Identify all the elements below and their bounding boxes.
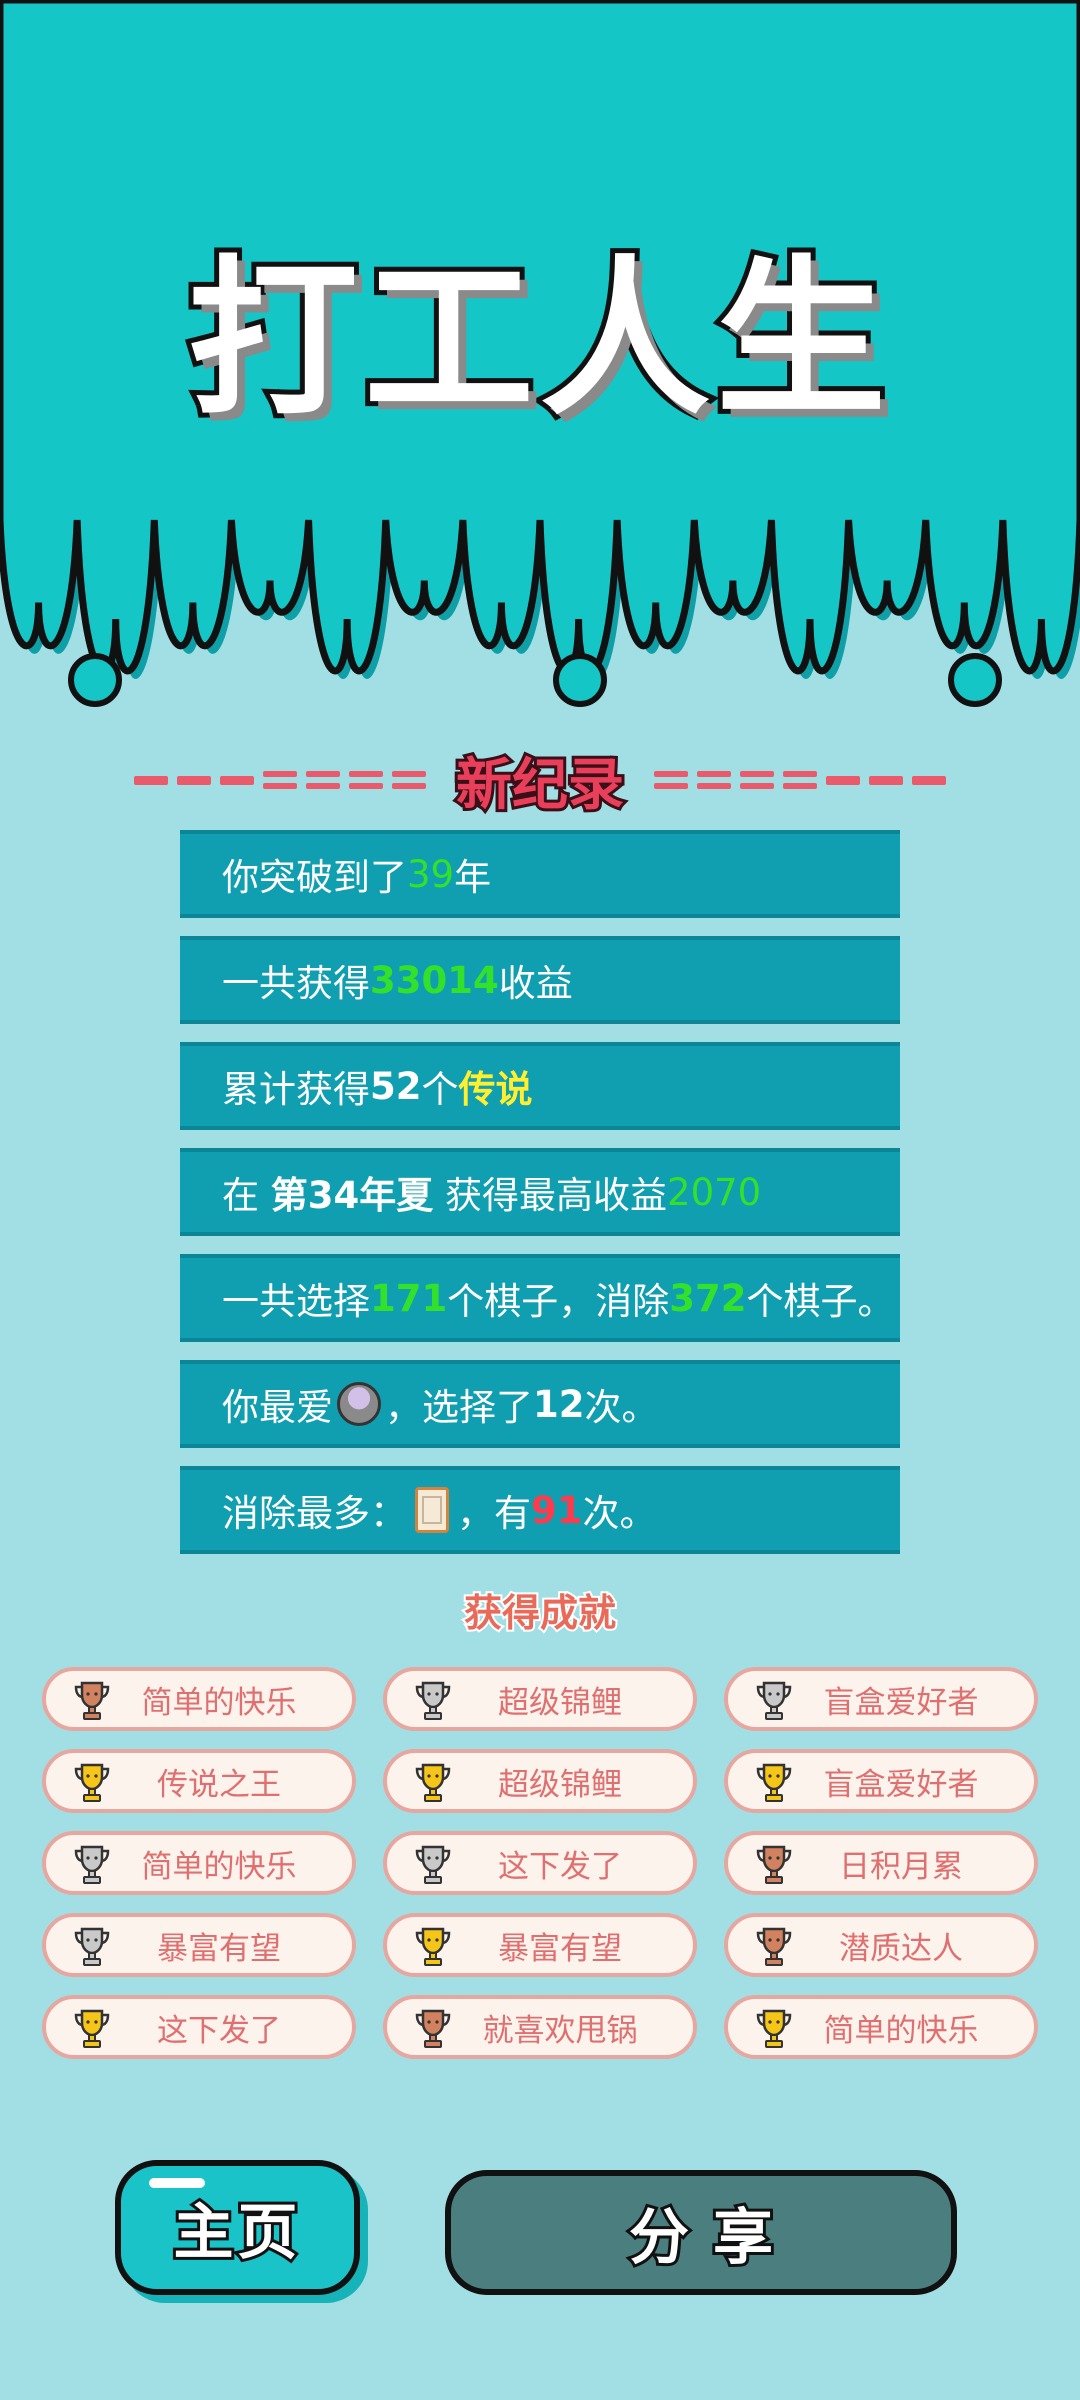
home-button[interactable]: 主页 xyxy=(115,2160,360,2295)
stat-income: 一共获得 33014 收益 xyxy=(180,936,900,1024)
achievement-badge: 潜质达人 xyxy=(724,1913,1038,1977)
tile-icon xyxy=(415,1487,449,1533)
stat-legends: 累计获得 52 个传说 xyxy=(180,1042,900,1130)
gold-trophy-icon xyxy=(756,1763,792,1802)
achievement-badge: 就喜欢甩锅 xyxy=(383,1995,697,2059)
stat-most-removed: 消除最多： ，有 91 次。 xyxy=(180,1466,900,1554)
best-season: 第34年夏 xyxy=(270,1174,434,1217)
favorite-count: 12 xyxy=(533,1382,585,1426)
most-removed-count: 91 xyxy=(531,1488,583,1532)
stat-text: 个棋子，消除 xyxy=(447,1280,670,1323)
achievement-badge: 超级锦鲤 xyxy=(383,1749,697,1813)
stat-text: 在 xyxy=(222,1174,271,1217)
income-value: 33014 xyxy=(370,958,499,1002)
drip-drop xyxy=(948,653,1002,707)
achievements-grid: 简单的快乐 超级锦鲤 盲盒爱好者 传说之王 超级锦鲤 盲盒爱好者 简单的快乐 这下发了 日积月累… xyxy=(42,1667,1038,2059)
stats-list: 你突破到了 39 年 一共获得 33014 收益 累计获得 52 个传说 在 第34年夏 获… xyxy=(180,830,900,1572)
record-divider-right xyxy=(654,770,946,790)
legend-highlight: 传说 xyxy=(458,1068,533,1111)
silver-trophy-icon xyxy=(756,1681,792,1720)
achievement-badge: 简单的快乐 xyxy=(42,1667,356,1731)
stat-text: 个 xyxy=(421,1068,459,1111)
achievement-badge: 盲盒爱好者 xyxy=(724,1749,1038,1813)
silver-trophy-icon xyxy=(74,1927,110,1966)
drip-drop xyxy=(553,653,607,707)
stat-pieces: 一共选择 171 个棋子，消除 372 个棋子。 xyxy=(180,1254,900,1342)
achievement-badge: 传说之王 xyxy=(42,1749,356,1813)
gold-trophy-icon xyxy=(415,1927,451,1966)
silver-trophy-icon xyxy=(74,1845,110,1884)
stat-text: 次。 xyxy=(584,1386,659,1429)
achievements-title: 获得成就 xyxy=(462,1589,618,1637)
stat-best-income: 在 第34年夏 获得最高收益 2070 xyxy=(180,1148,900,1236)
achievement-badge: 暴富有望 xyxy=(383,1913,697,1977)
gold-trophy-icon xyxy=(415,1763,451,1802)
achievement-badge: 超级锦鲤 xyxy=(383,1667,697,1731)
achievement-badge: 这下发了 xyxy=(42,1995,356,2059)
gold-trophy-icon xyxy=(756,2009,792,2048)
pot-icon xyxy=(337,1382,381,1426)
stat-years: 你突破到了 39 年 xyxy=(180,830,900,918)
stat-favorite: 你最爱 ，选择了 12 次。 xyxy=(180,1360,900,1448)
stat-text: 年 xyxy=(454,856,492,899)
achievement-badge: 简单的快乐 xyxy=(724,1995,1038,2059)
years-value: 39 xyxy=(407,852,455,896)
legends-value: 52 xyxy=(370,1064,422,1108)
stat-text: 收益 xyxy=(498,962,573,1005)
bronze-trophy-icon xyxy=(756,1845,792,1884)
stat-text: 累计获得 xyxy=(222,1068,370,1111)
stat-text: 个棋子。 xyxy=(746,1280,895,1323)
stat-text: 一共获得 xyxy=(222,962,370,1005)
achievement-badge: 日积月累 xyxy=(724,1831,1038,1895)
silver-trophy-icon xyxy=(415,1845,451,1884)
selected-count: 171 xyxy=(370,1276,448,1320)
game-title: 打工人生 xyxy=(183,241,892,439)
bronze-trophy-icon xyxy=(415,2009,451,2048)
achievement-badge: 暴富有望 xyxy=(42,1913,356,1977)
bronze-trophy-icon xyxy=(756,1927,792,1966)
stat-text: 你突破到了 xyxy=(222,856,407,899)
stat-text: 消除最多： xyxy=(222,1492,407,1535)
achievement-badge: 这下发了 xyxy=(383,1831,697,1895)
best-income-value: 2070 xyxy=(667,1170,762,1214)
share-button-label: 分享 xyxy=(626,2200,797,2276)
bronze-trophy-icon xyxy=(74,1681,110,1720)
share-button[interactable]: 分享 xyxy=(445,2170,957,2295)
home-button-label: 主页 xyxy=(171,2195,302,2271)
gold-trophy-icon xyxy=(74,2009,110,2048)
stat-text: 你最爱 xyxy=(222,1386,333,1429)
gold-trophy-icon xyxy=(74,1763,110,1802)
record-divider-left xyxy=(134,770,426,790)
new-record-title: 新纪录 xyxy=(453,750,627,821)
achievement-badge: 盲盒爱好者 xyxy=(724,1667,1038,1731)
silver-trophy-icon xyxy=(415,1681,451,1720)
stat-text: 次。 xyxy=(582,1492,657,1535)
stat-text: ，有 xyxy=(457,1492,531,1535)
new-record-header: 新纪录 xyxy=(0,745,1080,821)
drip-drop xyxy=(68,653,122,707)
stat-text: ，选择了 xyxy=(385,1386,533,1429)
stat-text: 一共选择 xyxy=(222,1280,370,1323)
removed-count: 372 xyxy=(669,1276,747,1320)
achievement-badge: 简单的快乐 xyxy=(42,1831,356,1895)
stat-text: 获得最高收益 xyxy=(433,1174,668,1217)
